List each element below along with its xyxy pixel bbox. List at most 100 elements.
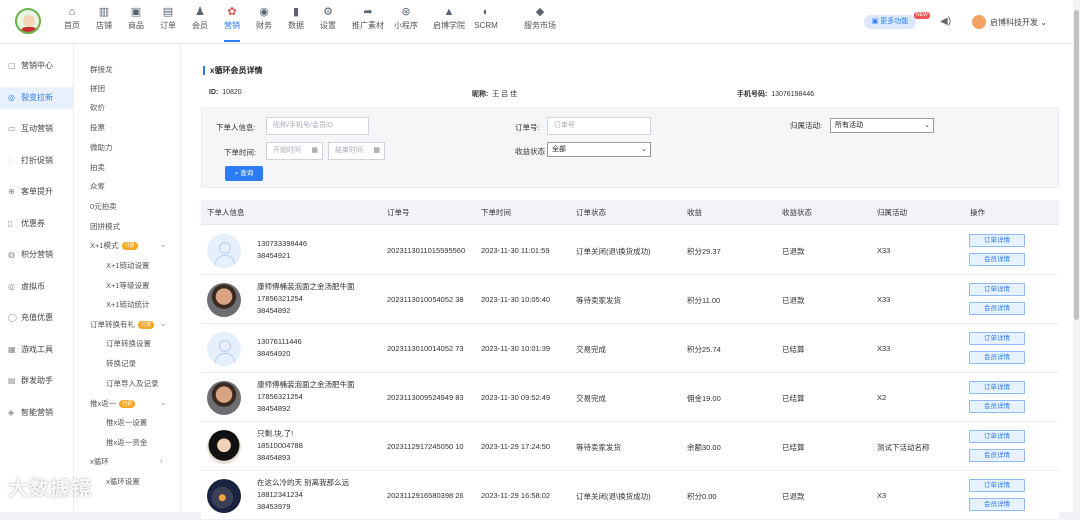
order-detail-button[interactable]: 订单详情 xyxy=(969,430,1025,443)
nav-item-1[interactable]: ▥ 店铺 xyxy=(92,6,116,36)
member-detail-button[interactable]: 会员详情 xyxy=(969,498,1025,511)
member-detail-button[interactable]: 会员详情 xyxy=(969,449,1025,462)
subnav-item-3[interactable]: 投票 xyxy=(90,122,105,133)
subnav-item-18[interactable]: 推x返一设置 xyxy=(106,417,147,428)
phone-label: 手机号码: xyxy=(737,91,768,98)
nav-item-9[interactable]: ➦ 推广素材 xyxy=(349,6,387,36)
subnav-item-0[interactable]: 群接龙 xyxy=(90,64,113,75)
subnav-item-13[interactable]: 订单转换有礼 付费 ⌄ xyxy=(90,319,166,330)
subnav-item-20[interactable]: x循环 › xyxy=(90,456,163,467)
avatar[interactable] xyxy=(207,283,241,317)
order-detail-button[interactable]: 订单详情 xyxy=(969,479,1025,492)
subnav-item-15[interactable]: 转换记录 xyxy=(106,358,136,369)
subnav-item-19[interactable]: 推x返一资金 xyxy=(106,437,147,448)
avatar[interactable] xyxy=(207,332,241,366)
calendar-icon: ▦ xyxy=(311,147,318,154)
subnav-item-9[interactable]: X+1模式 付费 ⌄ xyxy=(90,240,166,251)
subnav-item-1[interactable]: 拼团 xyxy=(90,83,105,94)
nav-item-5[interactable]: ✿ 营销 xyxy=(220,6,244,42)
subnav-item-5[interactable]: 拍卖 xyxy=(90,162,105,173)
nav-item-12[interactable]: ◐ SCRM xyxy=(474,6,498,36)
order-time: 2023-11-30 10:01:39 xyxy=(481,344,551,353)
start-time-input[interactable]: 开始时间 ▦ xyxy=(266,142,323,160)
subnav-item-4[interactable]: 微助力 xyxy=(90,142,113,153)
avatar[interactable] xyxy=(207,234,241,268)
subnav-item-12[interactable]: X+1链动统计 xyxy=(106,299,150,310)
order-detail-button[interactable]: 订单详情 xyxy=(969,283,1025,296)
nav-item-13[interactable]: ◆ 服务市场 xyxy=(520,6,560,36)
member-detail-button[interactable]: 会员详情 xyxy=(969,400,1025,413)
brand-logo[interactable] xyxy=(15,8,41,34)
sidebar-item-4[interactable]: ⊕ 客单提升 xyxy=(0,181,73,203)
subnav-item-10[interactable]: X+1链动设置 xyxy=(106,260,150,271)
order-time: 2023-11-30 09:52:49 xyxy=(481,393,551,402)
avatar[interactable] xyxy=(207,479,241,513)
order-no-label: 订单号: xyxy=(515,123,540,132)
sidebar-item-9[interactable]: ▦ 游戏工具 xyxy=(0,339,73,361)
nickname-value: 王 吕 佳 xyxy=(492,91,518,98)
subnav-item-14[interactable]: 订单转换设置 xyxy=(106,338,151,349)
subnav-item-16[interactable]: 订单导入及记录 xyxy=(106,378,159,389)
page-scrollbar[interactable] xyxy=(1073,0,1080,512)
column-header: 操作 xyxy=(970,208,985,217)
time-label: 下单时间: xyxy=(224,148,257,157)
subnav-item-label: 推x返一资金 xyxy=(106,438,148,447)
nav-item-4[interactable]: ♟ 会员 xyxy=(188,6,212,36)
activity-select[interactable]: 所有活动 ⌄ xyxy=(830,118,934,133)
user-avatar[interactable] xyxy=(972,15,986,29)
nav-item-2[interactable]: ▣ 商品 xyxy=(124,6,148,36)
avatar[interactable] xyxy=(207,430,241,464)
column-header: 收益 xyxy=(687,208,702,217)
column-header: 归属活动 xyxy=(877,208,907,217)
sidebar-item-3[interactable]: ◌ 打折促销 xyxy=(0,150,73,172)
subnav-item-21[interactable]: x循环设置 xyxy=(106,476,140,487)
member-detail-button[interactable]: 会员详情 xyxy=(969,302,1025,315)
sidebar-item-0[interactable]: ▢ 营销中心 xyxy=(0,55,73,77)
more-features-button[interactable]: ▣ 更多功能 xyxy=(864,15,916,29)
order-detail-button[interactable]: 订单详情 xyxy=(969,234,1025,247)
order-detail-button[interactable]: 订单详情 xyxy=(969,332,1025,345)
order-status: 等待卖家发货 xyxy=(576,443,621,452)
order-detail-button[interactable]: 订单详情 xyxy=(969,381,1025,394)
nav-item-3[interactable]: ▤ 订单 xyxy=(156,6,180,36)
order-no-input[interactable]: 订单号 xyxy=(547,117,651,135)
user-name: 启博科技开发 xyxy=(990,18,1038,27)
subnav-item-6[interactable]: 众筹 xyxy=(90,181,105,192)
nav-item-10[interactable]: ⊛ 小程序 xyxy=(394,6,418,36)
sidebar-item-5[interactable]: ▯ 优惠券 xyxy=(0,213,73,235)
nav-item-11[interactable]: ▲ 启博学院 xyxy=(430,6,468,36)
member-detail-button[interactable]: 会员详情 xyxy=(969,351,1025,364)
buyer-info: 只剩.块,了! 18510004788 38454893 xyxy=(257,428,303,464)
search-button[interactable]: ⌕ 查询 xyxy=(225,166,263,181)
subnav-item-8[interactable]: 团拼模式 xyxy=(90,221,120,232)
sidebar-item-1[interactable]: ◎ 裂变拉新 xyxy=(0,86,73,109)
nav-item-0[interactable]: ⌂ 首页 xyxy=(60,6,84,36)
sidebar-item-8[interactable]: ◯ 充值优惠 xyxy=(0,307,73,329)
end-time-input[interactable]: 结束时间 ▦ xyxy=(328,142,385,160)
buyer-info: 130733398446 38454921 xyxy=(257,238,307,262)
subnav-item-7[interactable]: 0元拍卖 xyxy=(90,201,117,212)
sidebar-item-10[interactable]: ▤ 群发助手 xyxy=(0,370,73,392)
subnav-item-2[interactable]: 砍价 xyxy=(90,102,105,113)
subnav-item-11[interactable]: X+1等级设置 xyxy=(106,280,150,291)
sidebar-item-2[interactable]: ▭ 互动营销 xyxy=(0,118,73,140)
speaker-icon[interactable]: ◀) xyxy=(940,16,951,27)
nav-item-6[interactable]: ◉ 财务 xyxy=(252,6,276,36)
subnav-item-17[interactable]: 推x返一 付费 ⌄ xyxy=(90,398,166,409)
nav-item-7[interactable]: ▮ 数据 xyxy=(284,6,308,36)
buyer-input[interactable]: 昵称/手机号/会员ID xyxy=(266,117,369,135)
buyer-member-id: 38454920 xyxy=(257,349,291,358)
member-nickname: 昵称: 王 吕 佳 xyxy=(472,89,517,99)
avatar[interactable] xyxy=(207,381,241,415)
scrollbar-thumb[interactable] xyxy=(1074,10,1079,320)
buyer-phone: 17856321254 xyxy=(257,294,303,303)
member-detail-button[interactable]: 会员详情 xyxy=(969,253,1025,266)
order-status: 订单关闭(退\换货成功) xyxy=(576,492,651,501)
sidebar-item-11[interactable]: ◈ 智能营销 xyxy=(0,402,73,424)
user-menu[interactable]: 启博科技开发 ⌄ xyxy=(990,17,1047,28)
nav-item-8[interactable]: ⚙ 设置 xyxy=(316,6,340,36)
income-status-select[interactable]: 全部 ⌄ xyxy=(547,142,651,157)
sidebar-item-7[interactable]: ◎ 虚拟币 xyxy=(0,276,73,298)
sidebar-item-6[interactable]: ◍ 积分营销 xyxy=(0,244,73,266)
table-row: 康师傅桶装泡面之金汤肥牛面 17856321254 38454892 20231130… xyxy=(201,373,1059,422)
